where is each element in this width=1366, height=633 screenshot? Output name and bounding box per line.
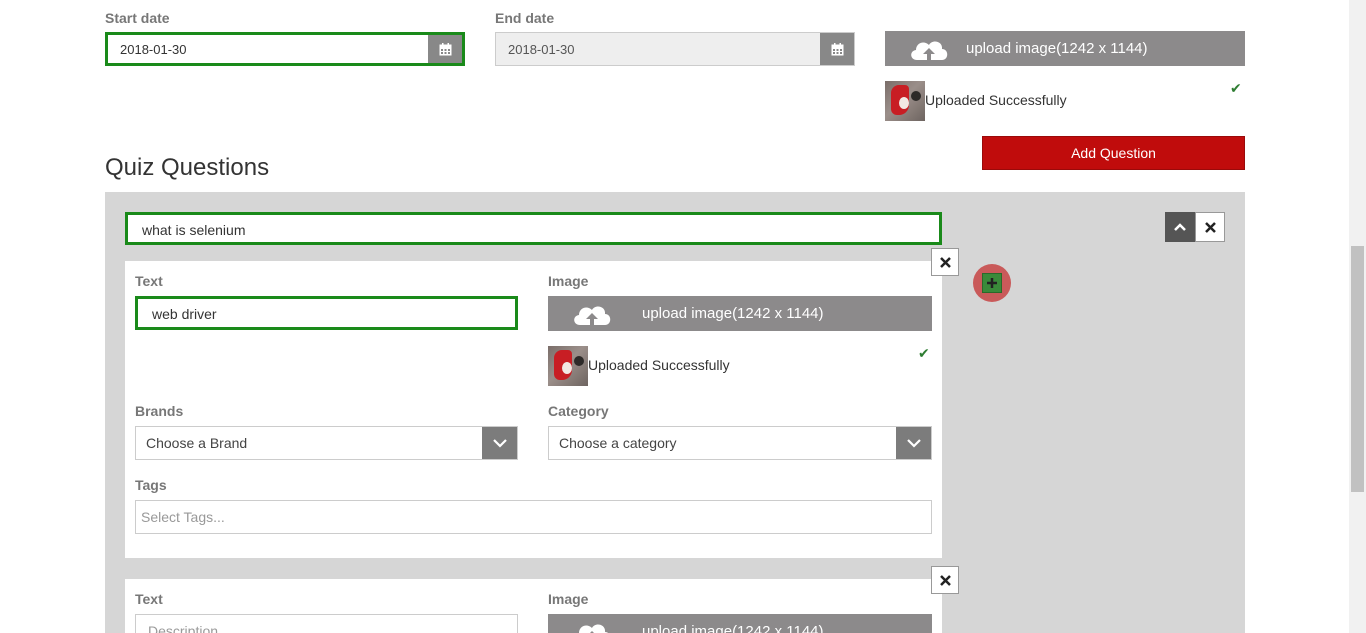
answer-description-input[interactable]: Description [135,614,518,633]
chevron-up-icon [1174,223,1186,231]
answer-upload-image-button[interactable]: upload image(1242 x 1144) [548,614,932,633]
category-select-value: Choose a category [559,435,677,451]
answer-text-label: Text [135,591,163,607]
cloud-upload-icon [907,36,951,66]
check-icon: ✔ [1230,80,1242,96]
remove-answer-button[interactable] [931,248,959,276]
answer-upload-label: upload image(1242 x 1144) [642,305,824,322]
start-date-field[interactable]: 2018-01-30 [105,32,465,66]
answer-text-input[interactable]: web driver [135,296,518,330]
tags-placeholder: Select Tags... [141,509,225,525]
uploaded-image-thumbnail [885,81,925,121]
answer-upload-status: Uploaded Successfully [588,357,730,373]
cloud-upload-icon [570,301,614,331]
answer-image-label: Image [548,591,589,607]
answer-upload-image-button[interactable]: upload image(1242 x 1144) [548,296,932,331]
close-icon [939,574,951,586]
brands-select-value: Choose a Brand [146,435,248,451]
start-date-value: 2018-01-30 [120,42,187,57]
calendar-icon[interactable] [428,35,462,63]
start-date-label: Start date [105,10,170,26]
scrollbar-thumb[interactable] [1351,246,1364,492]
question-text: what is selenium [142,222,246,238]
answer-upload-label: upload image(1242 x 1144) [642,623,824,633]
category-select[interactable]: Choose a category [548,426,932,460]
remove-answer-button[interactable] [931,566,959,594]
upload-image-label: upload image(1242 x 1144) [966,40,1148,57]
section-title: Quiz Questions [105,154,270,181]
end-date-label: End date [495,10,555,26]
tags-label: Tags [135,477,167,493]
add-question-button[interactable]: Add Question [982,136,1245,170]
plus-icon [982,273,1002,293]
move-up-button[interactable] [1165,212,1195,242]
description-placeholder: Description [148,623,219,633]
close-icon [939,256,951,268]
cloud-upload-icon [570,619,614,633]
upload-image-button[interactable]: upload image(1242 x 1144) [885,31,1245,66]
answer-image-label: Image [548,273,589,289]
end-date-value: 2018-01-30 [508,42,575,57]
answer-text-label: Text [135,273,163,289]
category-label: Category [548,403,609,419]
question-input[interactable]: what is selenium [125,212,942,245]
answer-text-value: web driver [152,306,217,322]
check-icon: ✔ [918,345,930,361]
chevron-down-icon [896,427,931,459]
upload-status-text: Uploaded Successfully [925,92,1067,108]
chevron-down-icon [482,427,517,459]
brands-select[interactable]: Choose a Brand [135,426,518,460]
answer-image-thumbnail [548,346,588,386]
end-date-field[interactable]: 2018-01-30 [495,32,855,66]
remove-question-button[interactable] [1195,212,1225,242]
close-icon [1204,221,1216,233]
brands-label: Brands [135,403,184,419]
tags-input[interactable]: Select Tags... [135,500,932,534]
calendar-icon[interactable] [820,33,854,65]
add-answer-button[interactable] [973,264,1011,302]
